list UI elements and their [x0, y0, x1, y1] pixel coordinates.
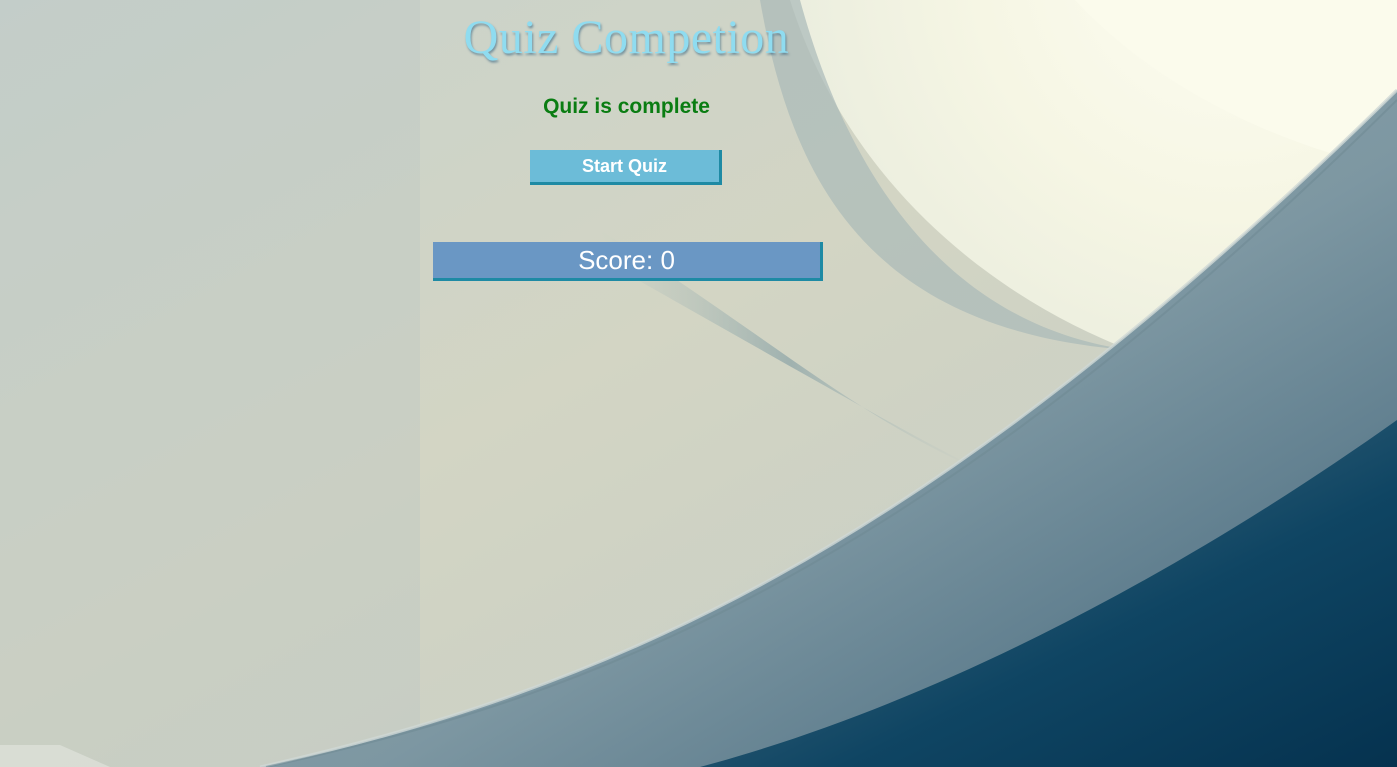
quiz-status-message: Quiz is complete [543, 95, 710, 118]
page-title: Quiz Competion [463, 11, 790, 64]
start-quiz-button[interactable]: Start Quiz [530, 150, 722, 185]
score-display: Score: 0 [433, 242, 823, 281]
quiz-page: Quiz Competion Quiz is complete Start Qu… [0, 0, 1397, 767]
